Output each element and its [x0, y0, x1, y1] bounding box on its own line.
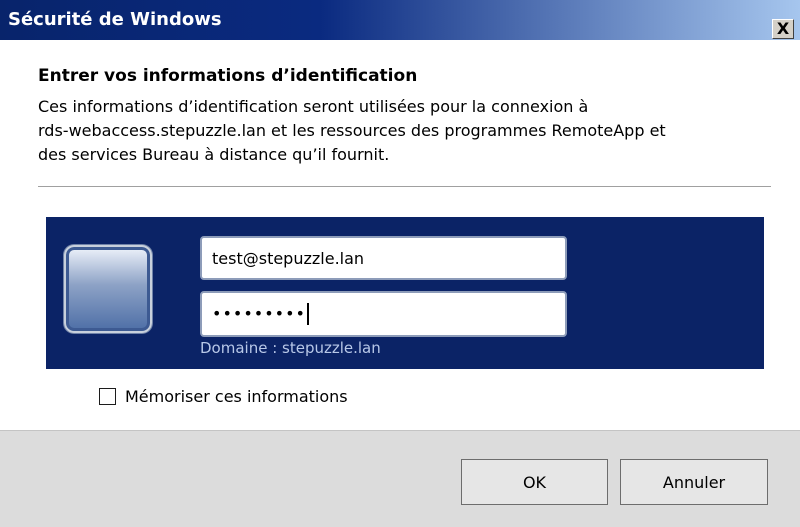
remember-credentials[interactable]: Mémoriser ces informations — [99, 387, 348, 406]
domain-label: Domaine : stepuzzle.lan — [200, 339, 381, 357]
credential-tile[interactable]: test@stepuzzle.lan ••••••••• Domaine : s… — [46, 217, 764, 369]
description-line: rds-webaccess.stepuzzle.lan et les resso… — [38, 121, 666, 140]
separator — [38, 186, 771, 188]
close-button[interactable]: X — [772, 19, 794, 39]
prompt-description: Ces informations d’identification seront… — [38, 95, 768, 167]
remember-label[interactable]: Mémoriser ces informations — [125, 387, 348, 406]
user-tile-icon — [64, 245, 152, 333]
text-caret — [306, 303, 309, 325]
username-value: test@stepuzzle.lan — [212, 248, 365, 268]
close-icon: X — [776, 19, 790, 38]
ok-button-label: OK — [522, 472, 547, 492]
password-value: ••••••••• — [212, 304, 306, 323]
description-line: des services Bureau à distance qu’il fou… — [38, 145, 390, 164]
cancel-button[interactable]: Annuler — [620, 459, 768, 505]
remember-checkbox[interactable] — [99, 388, 116, 405]
button-bar: OK Annuler — [0, 430, 800, 527]
prompt-heading: Entrer vos informations d’identification — [38, 66, 418, 86]
window-title: Sécurité de Windows — [8, 9, 222, 30]
windows-security-dialog: Sécurité de Windows X Entrer vos informa… — [0, 0, 800, 527]
cancel-button-label: Annuler — [662, 472, 726, 492]
password-field[interactable]: ••••••••• — [200, 291, 567, 337]
title-bar[interactable]: Sécurité de Windows X — [0, 0, 800, 40]
username-field[interactable]: test@stepuzzle.lan — [200, 236, 567, 280]
ok-button[interactable]: OK — [461, 459, 608, 505]
description-line: Ces informations d’identification seront… — [38, 97, 589, 116]
